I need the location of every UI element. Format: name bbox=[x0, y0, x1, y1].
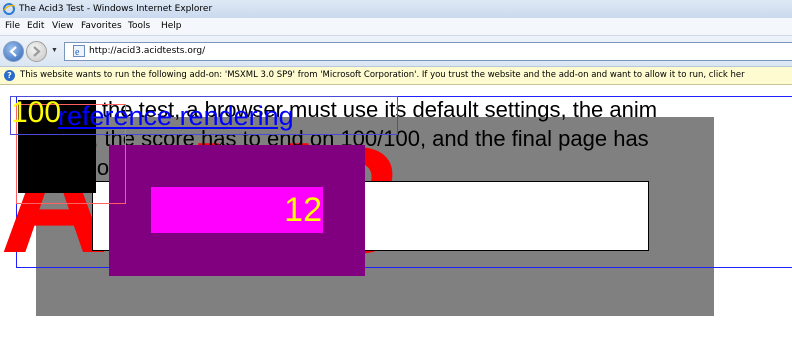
menu-favorites[interactable]: Favorites bbox=[81, 18, 122, 35]
reference-rendering-link[interactable]: reference rendering bbox=[58, 101, 294, 131]
svg-text:e: e bbox=[75, 47, 80, 57]
page-content: Acid3 To pass the test, a browser must u… bbox=[0, 85, 792, 342]
back-button[interactable] bbox=[3, 41, 24, 62]
window-title: The Acid3 Test - Windows Internet Explor… bbox=[19, 4, 213, 14]
back-arrow-icon bbox=[9, 46, 17, 57]
navigation-bar: ▼ e http://acid3.acidtests.org/ bbox=[0, 36, 792, 67]
menu-bar: File Edit View Favorites Tools Help bbox=[0, 18, 792, 36]
test-counter: 12 bbox=[284, 191, 322, 229]
info-icon: ? bbox=[4, 70, 15, 81]
title-bar: The Acid3 Test - Windows Internet Explor… bbox=[0, 0, 792, 19]
menu-help[interactable]: Help bbox=[161, 18, 182, 35]
menu-tools[interactable]: Tools bbox=[128, 18, 150, 35]
url-text: http://acid3.acidtests.org/ bbox=[89, 46, 206, 56]
ie-page-icon: e bbox=[73, 45, 85, 57]
menu-file[interactable]: File bbox=[5, 18, 20, 35]
address-bar[interactable]: e http://acid3.acidtests.org/ bbox=[64, 42, 792, 61]
menu-view[interactable]: View bbox=[52, 18, 73, 35]
score-value: 100 bbox=[11, 96, 62, 129]
ie-logo-icon bbox=[3, 3, 15, 15]
menu-edit[interactable]: Edit bbox=[27, 18, 44, 35]
information-bar[interactable]: ? This website wants to run the followin… bbox=[0, 67, 792, 85]
infobar-message: This website wants to run the following … bbox=[20, 70, 745, 80]
history-dropdown-icon[interactable]: ▼ bbox=[51, 47, 58, 54]
forward-arrow-icon bbox=[33, 46, 41, 57]
forward-button[interactable] bbox=[26, 41, 47, 62]
